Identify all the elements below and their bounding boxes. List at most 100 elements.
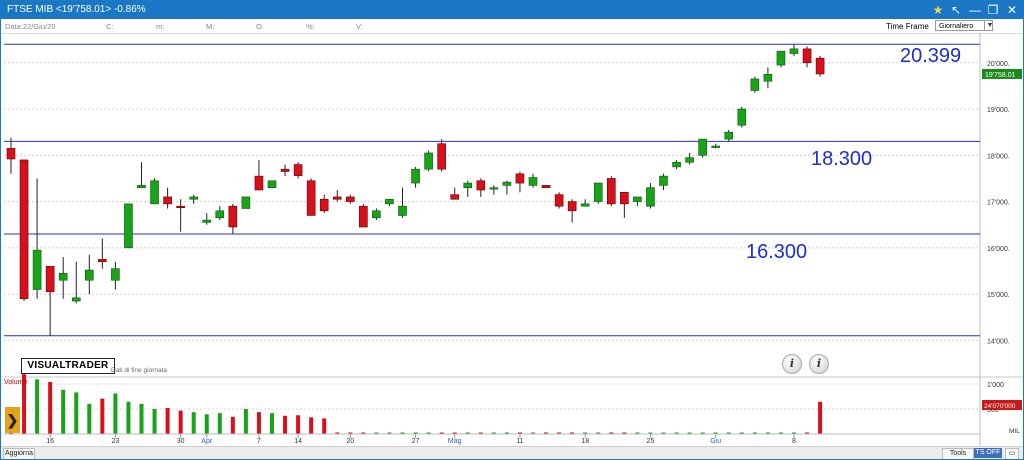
chevron-right-icon[interactable]: ❯: [5, 407, 20, 433]
candlestick: [189, 194, 198, 204]
candlestick: [593, 182, 603, 204]
chart-window: FTSE MIB <19'758.01> -0.86% ★ ↖ — ❐ ✕ Da…: [0, 0, 1024, 460]
level-label-20399: 20.399: [900, 45, 962, 67]
volume-bar: [283, 415, 288, 434]
x-tick-label: 20: [346, 438, 354, 445]
x-tick-label: 25: [647, 438, 655, 445]
candle-body: [319, 198, 329, 212]
volume-bar: [61, 389, 66, 434]
tools-button[interactable]: Tools: [942, 448, 974, 459]
price-chart[interactable]: 20'000. 19'000. 18'000. 17'000. 16'000. 15'00…: [1, 1, 1023, 446]
volume-bar: [270, 413, 274, 434]
candlestick: [137, 162, 146, 188]
info-icon-2[interactable]: i: [809, 354, 829, 374]
candlestick: [815, 55, 825, 77]
candlestick: [58, 257, 68, 299]
price-tick-label: 15'000.: [987, 292, 1010, 299]
candlestick: [659, 173, 668, 190]
candlestick: [19, 159, 29, 302]
x-tick-label: Apr: [201, 438, 213, 445]
candlestick: [646, 183, 655, 209]
x-tick-label: 16: [46, 438, 54, 445]
bottom-toolbar: Aggiorna Tools TS OFF ▭: [1, 446, 1023, 459]
candle-body: [71, 297, 81, 302]
volume-bar: [322, 418, 327, 434]
candlestick: [711, 143, 721, 149]
candlestick: [737, 106, 747, 128]
candlestick: [150, 178, 159, 205]
candle-body: [32, 249, 42, 290]
candlestick: [124, 203, 133, 249]
candle-body: [633, 196, 642, 202]
panel-toggle-button[interactable]: ▭: [1005, 448, 1019, 459]
candle-body: [58, 272, 68, 281]
volume-bar: [818, 401, 823, 434]
volume-bar: [191, 412, 196, 434]
candle-body: [385, 198, 394, 205]
candle-body: [685, 157, 694, 163]
candle-body: [502, 181, 512, 186]
last-price-label: 19'758.01: [985, 72, 1016, 79]
candlestick: [6, 137, 16, 174]
candlestick: [228, 203, 238, 234]
candlestick: [98, 238, 107, 269]
candlestick: [541, 185, 551, 188]
candle-body: [189, 196, 198, 200]
candle-body: [359, 205, 368, 228]
candlestick: [398, 187, 407, 218]
price-tick-label: 18'000.: [987, 153, 1010, 160]
candlestick: [359, 203, 368, 228]
candle-body: [124, 203, 133, 249]
candle-body: [19, 159, 29, 300]
candlestick: [724, 129, 734, 142]
candlestick: [776, 50, 786, 68]
volume-unit-label: MIL: [1009, 428, 1020, 435]
candlestick: [437, 139, 446, 172]
x-tick-label: 8: [792, 438, 796, 445]
candlestick: [176, 199, 185, 232]
candle-body: [293, 164, 303, 176]
volume-bar: [100, 398, 105, 434]
candlestick: [111, 261, 120, 290]
candlestick: [685, 152, 694, 165]
candlestick: [71, 261, 81, 304]
candle-body: [267, 180, 277, 188]
x-tick-label: 14: [294, 438, 302, 445]
candlestick: [163, 187, 172, 209]
candlestick: [202, 213, 212, 225]
volume-bar: [126, 401, 131, 434]
candle-body: [228, 205, 238, 228]
candlestick: [306, 178, 316, 216]
volume-bar: [152, 409, 157, 434]
candle-body: [802, 48, 812, 64]
info-icon[interactable]: i: [782, 354, 802, 374]
candle-body: [345, 196, 355, 202]
x-tick-label: 23: [112, 438, 120, 445]
candle-body: [737, 108, 747, 126]
x-tick-label: 11: [516, 438, 523, 445]
price-tick-label: 16'000.: [987, 246, 1010, 253]
volume-bar: [243, 409, 248, 434]
candlestick: [85, 254, 94, 295]
candle-body: [176, 205, 185, 208]
ts-off-button[interactable]: TS OFF: [974, 448, 1002, 458]
candlestick: [215, 206, 225, 221]
candle-body: [541, 185, 551, 188]
candle-body: [45, 266, 55, 293]
update-button[interactable]: Aggiorna: [3, 448, 35, 459]
candlestick: [372, 208, 381, 221]
candlestick: [385, 198, 394, 207]
candle-body: [646, 187, 655, 207]
candle-body: [620, 192, 629, 205]
candlestick: [633, 196, 642, 207]
candlestick: [802, 46, 812, 68]
price-tick-label: 17'000.: [987, 200, 1010, 207]
candle-body: [241, 196, 251, 209]
price-tick-label: 19'000.: [987, 107, 1010, 114]
volume-bar: [48, 382, 53, 434]
candle-body: [528, 177, 538, 186]
candlestick: [424, 150, 433, 172]
candle-body: [515, 173, 525, 184]
candle-body: [489, 187, 499, 190]
x-tick-label: Mag: [448, 438, 462, 445]
